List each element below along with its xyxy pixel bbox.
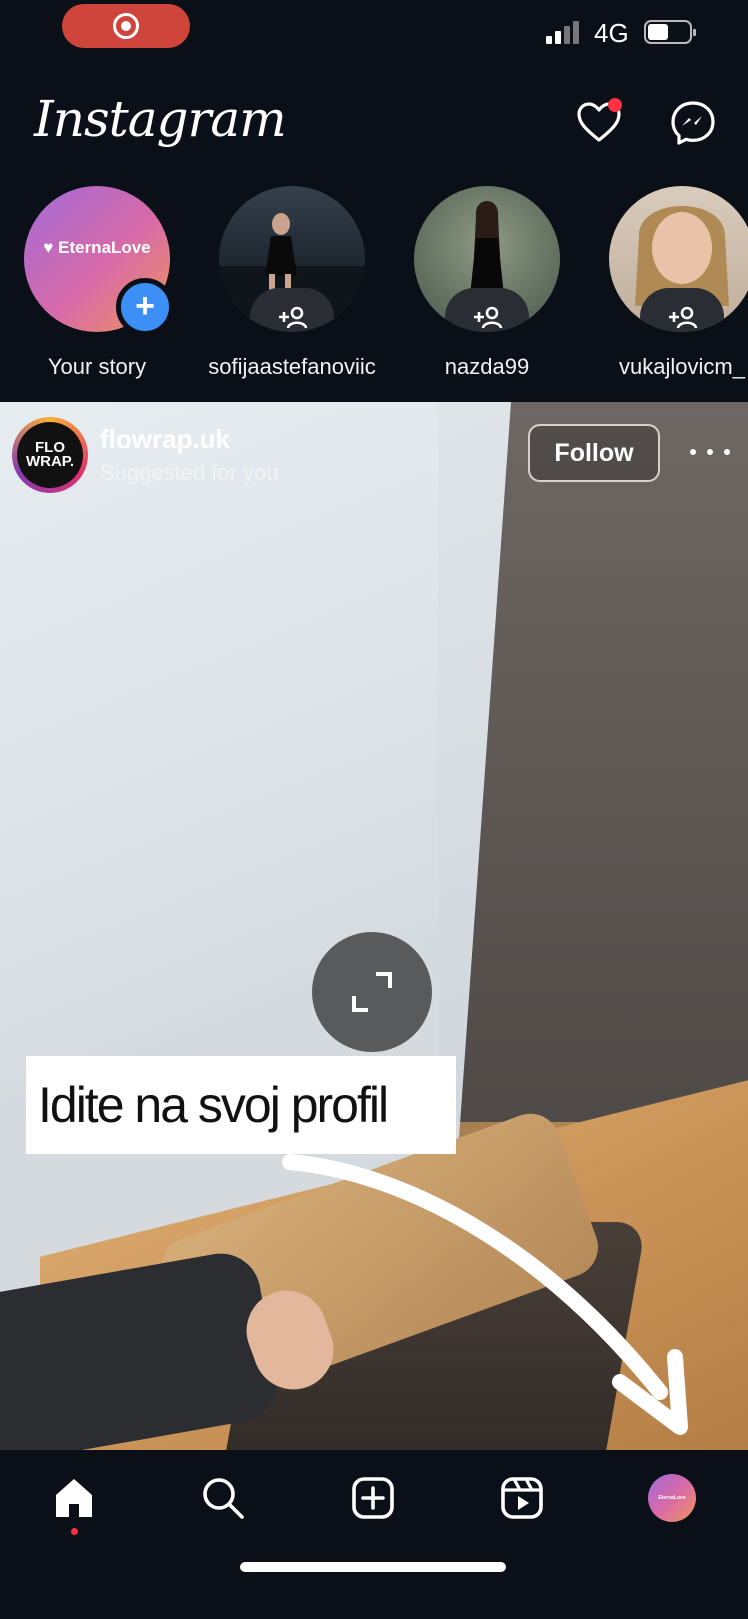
story-brand-text: ♥ EternaLove (43, 238, 151, 257)
add-person-icon (279, 306, 308, 329)
home-indicator[interactable] (240, 1562, 506, 1572)
follow-button[interactable]: Follow (528, 424, 660, 482)
screen-record-icon (113, 13, 139, 39)
app-header: Instagram (0, 80, 748, 180)
post-avatar-logo: FLO WRAP. (17, 422, 83, 488)
profile-avatar: EternaLove (648, 1474, 696, 1522)
story-own[interactable]: ♥ EternaLove + Your story (7, 186, 187, 380)
signal-icon (546, 20, 579, 44)
network-type: 4G (594, 18, 629, 48)
add-story-button[interactable]: + (116, 278, 174, 336)
status-bar: 4G (0, 0, 748, 70)
story-item[interactable]: nazda99 (397, 186, 577, 380)
search-icon (203, 1478, 244, 1519)
instagram-logo: Instagram (34, 90, 287, 148)
home-icon (56, 1479, 92, 1517)
activity-button[interactable] (574, 98, 624, 148)
follow-suggestion-chip[interactable] (445, 288, 529, 332)
post-avatar[interactable]: FLO WRAP. (12, 417, 88, 493)
expand-button[interactable] (312, 932, 432, 1052)
story-label: sofijaastefanoviic (208, 354, 376, 379)
story-avatar (219, 186, 365, 332)
stories-tray: ♥ EternaLove + Your story sofijaastefano… (0, 186, 748, 386)
arrow-graphic (282, 1154, 688, 1435)
nav-profile[interactable]: EternaLove (642, 1468, 702, 1528)
post-username[interactable]: flowrap.uk (100, 424, 230, 455)
nav-home[interactable] (44, 1468, 104, 1535)
screen-record-indicator[interactable] (62, 4, 190, 48)
add-person-icon (474, 306, 503, 329)
story-item[interactable]: sofijaastefanoviic (202, 186, 382, 380)
messenger-button[interactable] (668, 98, 718, 148)
add-person-icon (669, 306, 698, 329)
battery-icon (644, 20, 696, 44)
follow-suggestion-chip[interactable] (640, 288, 724, 332)
nav-create[interactable] (343, 1468, 403, 1528)
story-label: Your story (47, 354, 147, 379)
story-item[interactable]: vukajlovicm_ (592, 186, 748, 380)
feed-post[interactable]: FLO WRAP. flowrap.uk Suggested for you F… (0, 402, 748, 1450)
video-caption-text: Idite na svoj profil (38, 1077, 389, 1133)
story-label: nazda99 (444, 354, 530, 379)
story-label: vukajlovicm_ (619, 354, 745, 379)
video-caption-overlay: Idite na svoj profil (26, 1056, 456, 1154)
story-avatar (609, 186, 748, 332)
profile-avatar-text: EternaLove (658, 1495, 686, 1501)
create-icon (352, 1477, 394, 1519)
nav-reels[interactable] (492, 1468, 552, 1528)
more-options-button[interactable] (690, 440, 730, 464)
story-avatar (414, 186, 560, 332)
more-icon (690, 449, 696, 455)
post-header: FLO WRAP. flowrap.uk Suggested for you F… (0, 402, 748, 512)
reels-icon (501, 1477, 543, 1519)
notification-dot (71, 1528, 78, 1535)
expand-icon (352, 972, 392, 1012)
post-suggested-label: Suggested for you (100, 460, 279, 485)
nav-search[interactable] (193, 1468, 253, 1528)
follow-suggestion-chip[interactable] (250, 288, 334, 332)
bottom-navigation: EternaLove (0, 1450, 748, 1619)
messenger-icon (671, 101, 715, 145)
notification-dot (608, 98, 622, 112)
story-avatar: ♥ EternaLove + (24, 186, 174, 336)
